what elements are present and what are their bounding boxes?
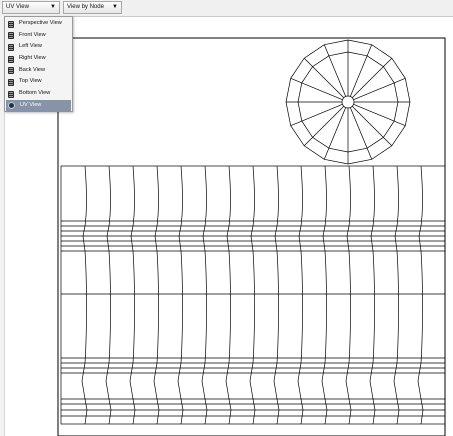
strip-column-seam [417,165,424,425]
view-mode-menu: Perspective View Front View Left View Ri… [4,16,73,112]
camera-icon [8,90,14,98]
strip-column-seam [129,165,136,425]
strip-border [60,165,446,425]
strip-column-seam [321,165,328,425]
menu-item-perspective-view[interactable]: Perspective View [5,18,72,30]
view-mode-label: UV View [6,4,29,10]
menu-item-right-view[interactable]: Right View [5,53,72,65]
view-mode-dropdown[interactable]: UV View ▼ [2,1,60,14]
menu-item-left-view[interactable]: Left View [5,41,72,53]
camera-icon [8,67,14,75]
globe-icon [8,101,15,109]
chevron-down-icon: ▼ [50,4,56,10]
menu-item-top-view[interactable]: Top View [5,76,72,88]
node-filter-label: View by Node [67,4,104,10]
strip-column-seam [225,165,232,425]
strip-column-seam [105,165,112,425]
menu-item-uv-view[interactable]: UV View [6,99,71,112]
strip-column-seam [153,165,160,425]
uv-space-border [57,37,446,436]
camera-icon [8,43,14,51]
strip-column-seam [81,165,88,425]
menu-item-bottom-view[interactable]: Bottom View [5,88,72,100]
menu-item-label: Left View [19,43,42,50]
menu-item-label: Right View [19,55,46,62]
menu-item-label: Back View [19,66,46,73]
strip-column-seam [369,165,376,425]
node-filter-dropdown[interactable]: View by Node ▼ [63,1,122,14]
view-toolbar: UV View ▼ View by Node ▼ [0,0,453,17]
strip-column-seam [273,165,280,425]
menu-item-front-view[interactable]: Front View [5,30,72,42]
uv-cylinder-mesh [60,165,446,425]
camera-icon [8,55,14,63]
menu-item-back-view[interactable]: Back View [5,65,72,77]
strip-column-seam [297,165,304,425]
strip-column-seam [345,165,352,425]
menu-item-label: Bottom View [19,90,51,97]
uv-disc-mesh [285,39,411,165]
menu-item-label: UV View [20,101,42,108]
menu-item-label: Perspective View [19,20,62,26]
camera-icon [8,32,14,40]
chevron-down-icon: ▼ [112,4,118,10]
menu-item-label: Top View [19,78,42,85]
strip-column-seam [201,165,208,425]
camera-icon [8,20,14,28]
strip-column-seam [249,165,256,425]
strip-column-seam [393,165,400,425]
menu-item-label: Front View [19,31,46,38]
camera-icon [8,78,14,86]
strip-column-seam [177,165,184,425]
